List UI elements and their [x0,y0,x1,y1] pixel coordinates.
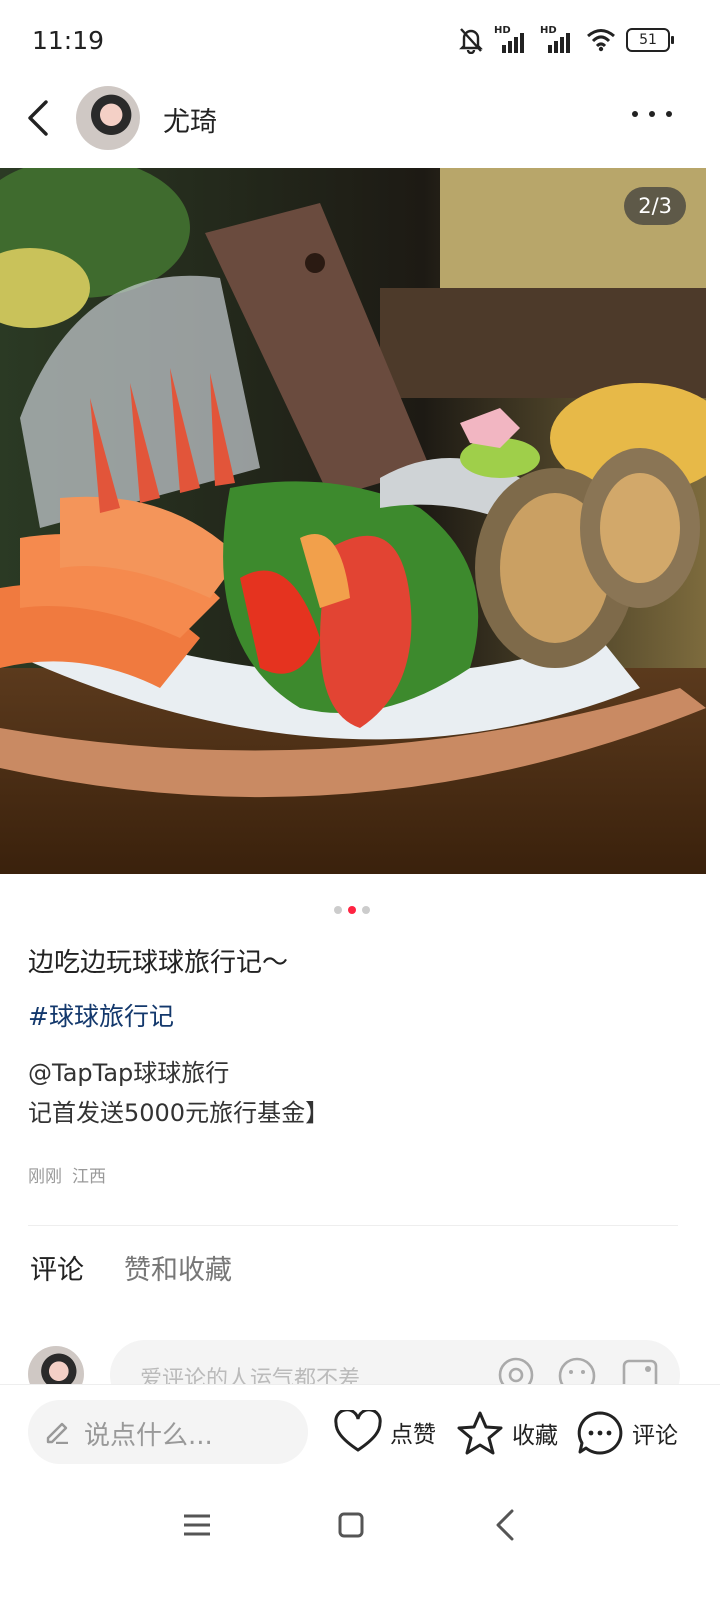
author-name[interactable]: 尤琦 [163,100,217,139]
tab-likes-favorites[interactable]: 赞和收藏 [124,1248,232,1287]
back-chevron-icon[interactable] [24,96,56,140]
battery-level: 51 [639,32,657,48]
post-body-line-1: @TapTap球球旅行 [28,1059,230,1087]
post-title: 边吃边玩球球旅行记～ [28,948,289,978]
like-label: 点赞 [390,1422,436,1448]
wifi-icon [587,29,615,52]
pencil-icon [46,1422,68,1444]
comment-bubble-icon [577,1411,623,1455]
tab-comments[interactable]: 评论 [30,1248,84,1287]
favorite-button[interactable]: 收藏 [456,1410,558,1456]
signal-icon: HD [494,25,530,53]
post-time: 刚刚 [28,1167,62,1187]
post-body-line-2: 记首发送5000元旅行基金】 [28,1099,330,1127]
photo-pagination-dots [334,906,370,914]
post-location: 江西 [72,1167,106,1187]
back-triangle-icon[interactable] [494,1508,516,1542]
author-avatar[interactable] [76,86,140,150]
comment-label: 评论 [632,1423,678,1449]
comment-button[interactable]: 评论 [576,1410,678,1456]
like-button[interactable]: 点赞 [334,1410,436,1454]
content-divider [28,1225,678,1226]
post-body: @TapTap球球旅行 记首发送5000元旅行基金】 [28,1053,329,1133]
photo-dot-1 [334,906,342,914]
say-something-placeholder: 说点什么... [84,1421,213,1451]
photo-dot-2-active [348,906,356,914]
muted-bell-icon [459,28,483,54]
more-dots-icon[interactable] [632,104,672,124]
signal-icon-2: HD [540,25,576,53]
post-meta: 刚刚 江西 [28,1162,106,1187]
status-icons: HD HD 51 [458,25,674,54]
photo-page-counter: 2/3 [624,187,686,225]
photo-dot-3 [362,906,370,914]
post-photo[interactable] [0,168,706,874]
home-square-icon[interactable] [338,1511,364,1539]
battery-icon: 51 [626,28,674,52]
heart-icon [334,1410,382,1452]
menu-icon[interactable] [182,1512,212,1538]
status-time: 11:19 [32,26,105,55]
star-icon [457,1411,503,1455]
post-hashtag-link[interactable]: #球球旅行记 [28,997,174,1033]
favorite-label: 收藏 [512,1423,558,1449]
